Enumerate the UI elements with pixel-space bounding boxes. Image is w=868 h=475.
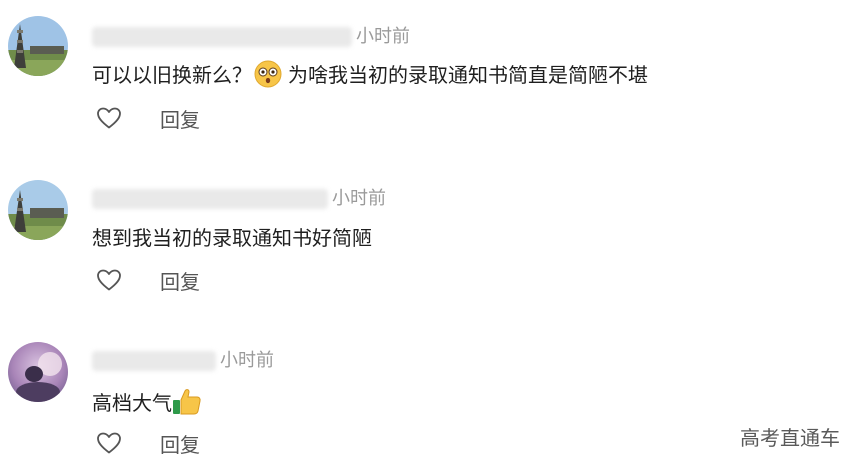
redacted-username (92, 27, 352, 47)
comment-actions: 回复 (94, 428, 200, 458)
reply-button[interactable]: 回复 (160, 104, 200, 133)
astonished-face-emoji (254, 60, 282, 88)
avatar[interactable] (8, 16, 68, 76)
thumbs-up-emoji (172, 386, 202, 416)
avatar[interactable] (8, 342, 68, 402)
comment-time: 小时前 (220, 350, 274, 371)
heart-outline-icon (97, 269, 121, 291)
comment-time: 小时前 (356, 26, 410, 47)
reply-button[interactable]: 回复 (160, 266, 200, 295)
watermark: 高考直通车 (740, 426, 840, 450)
reply-button[interactable]: 回复 (160, 429, 200, 458)
comment-text: 想到我当初的录取通知书好简陋 (92, 224, 372, 252)
like-button[interactable] (94, 428, 124, 458)
comment-text-part: 想到我当初的录取通知书好简陋 (92, 226, 372, 250)
comment-list: 小时前 可以以旧换新么？ 为啥我当初的录取通知书简直是简陋不堪 回复 小时前 想… (0, 0, 868, 475)
comment-actions: 回复 (94, 265, 200, 295)
comment-text: 可以以旧换新么？ 为啥我当初的录取通知书简直是简陋不堪 (92, 60, 648, 89)
comment-text: 高档大气 (92, 386, 202, 417)
comment-meta: 小时前 (92, 184, 386, 210)
redacted-username (92, 189, 328, 209)
comment-actions: 回复 (94, 103, 200, 133)
comment-text-part: 高档大气 (92, 391, 172, 415)
avatar[interactable] (8, 180, 68, 240)
heart-outline-icon (97, 432, 121, 454)
like-button[interactable] (94, 103, 124, 133)
like-button[interactable] (94, 265, 124, 295)
comment-text-part: 可以以旧换新么？ (92, 63, 252, 87)
comment-meta: 小时前 (92, 346, 274, 372)
heart-outline-icon (97, 107, 121, 129)
redacted-username (92, 351, 216, 371)
comment-meta: 小时前 (92, 22, 410, 48)
comment-time: 小时前 (332, 188, 386, 209)
comment-text-part: 为啥我当初的录取通知书简直是简陋不堪 (288, 63, 648, 87)
